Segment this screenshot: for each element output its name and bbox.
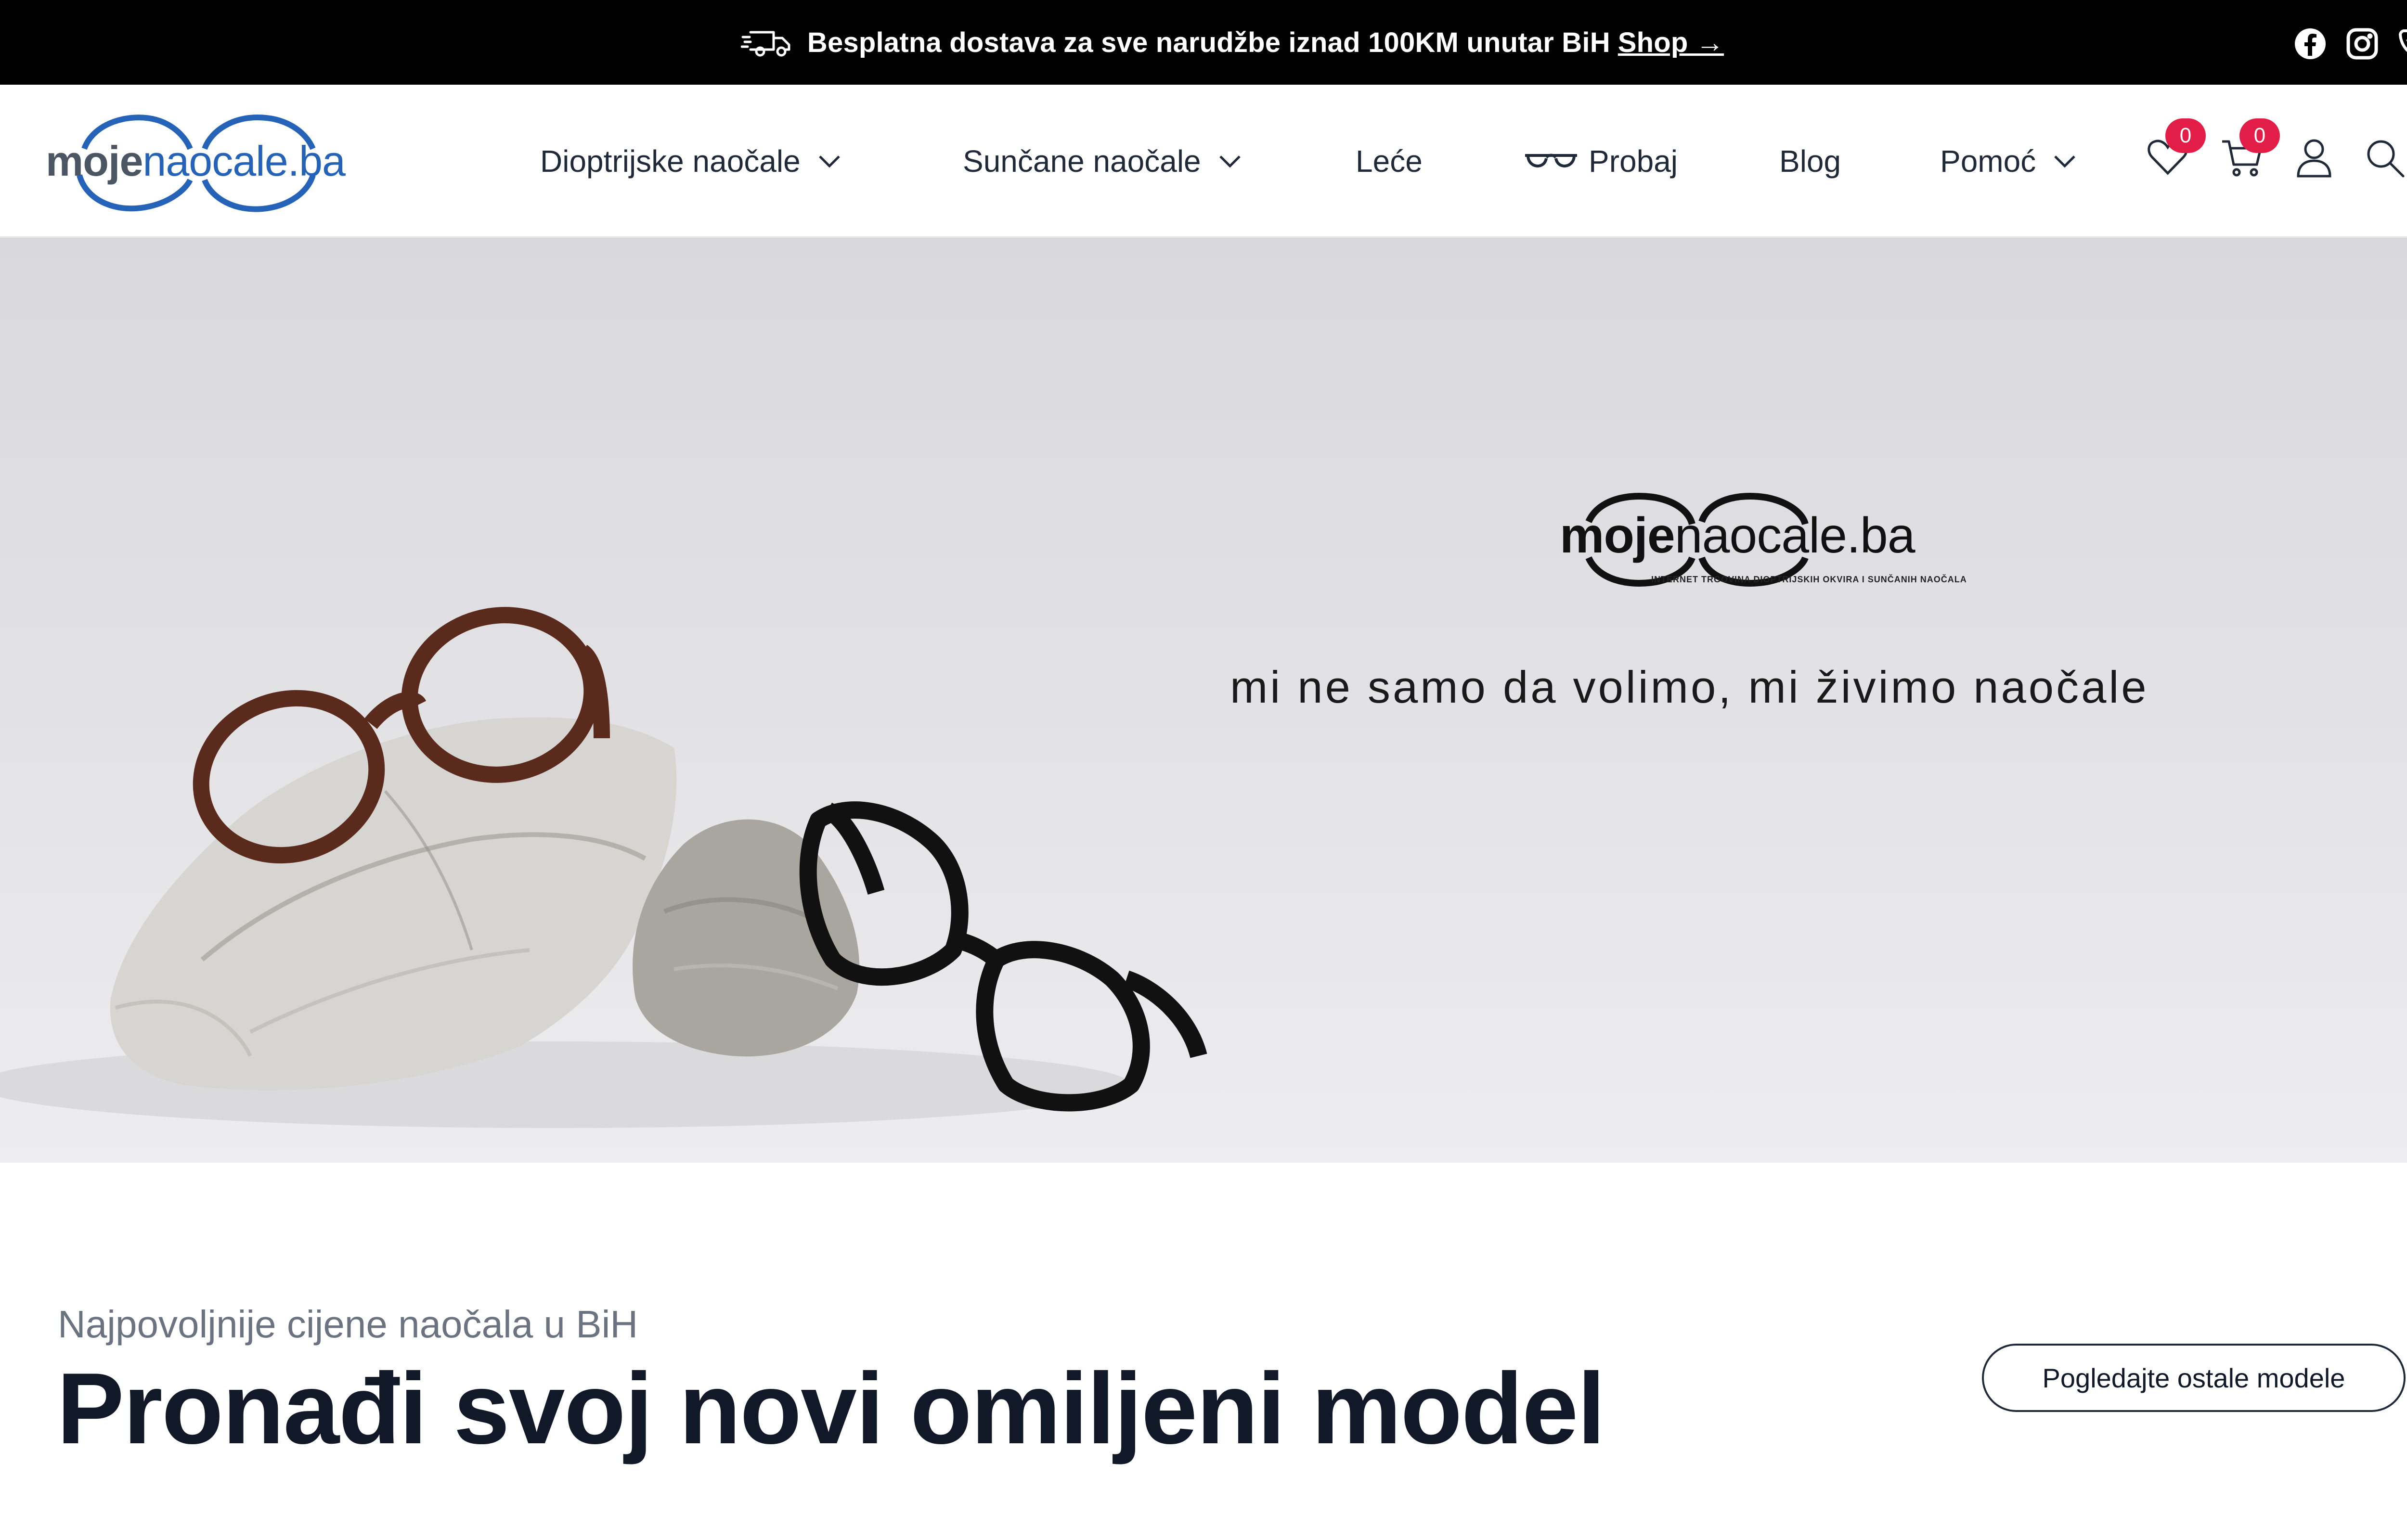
nav-label: Sunčane naočale	[963, 144, 1201, 179]
facebook-icon[interactable]	[2293, 27, 2327, 61]
wishlist-button[interactable]: 0	[2146, 118, 2206, 179]
nav-label: Dioptrijske naočale	[540, 144, 801, 179]
glasses-icon	[1525, 154, 1577, 167]
wishlist-count-badge: 0	[2165, 118, 2206, 153]
account-button[interactable]	[2292, 136, 2336, 179]
nav-label: Leće	[1356, 144, 1423, 179]
user-icon	[2297, 139, 2331, 178]
instagram-icon[interactable]	[2345, 27, 2379, 61]
nav-lece[interactable]: Leće	[1356, 85, 1423, 238]
search-icon	[2367, 140, 2405, 178]
phone-icon[interactable]	[2397, 27, 2407, 61]
announcement-bar: Besplatna dostava za sve narudžbe iznad …	[0, 0, 2407, 85]
chevron-down-icon	[818, 155, 840, 168]
truck-icon	[740, 31, 790, 57]
nav-label: Blog	[1779, 144, 1841, 179]
cart-count-badge: 0	[2239, 118, 2280, 153]
nav-suncane[interactable]: Sunčane naočale	[963, 85, 1243, 238]
cart-button[interactable]: 0	[2220, 118, 2280, 179]
search-button[interactable]	[2363, 136, 2406, 179]
social-links	[2293, 27, 2407, 61]
shipping-text: Besplatna dostava za sve narudžbe iznad …	[807, 26, 1610, 58]
hero-tagline: mi ne samo da volimo, mi živimo naočale	[1230, 662, 2149, 712]
section-title: Pronađi svoj novi omiljeni model	[57, 1352, 1605, 1465]
shop-link[interactable]: Shop →	[1618, 26, 1724, 59]
featured-models-section: Najpovoljnije cijene naočala u BiH Prona…	[0, 1163, 2407, 1540]
nav-label: Probaj	[1589, 144, 1678, 179]
shipping-message: Besplatna dostava za sve narudžbe iznad …	[0, 0, 2407, 85]
nav-dioptrijske[interactable]: Dioptrijske naočale	[540, 85, 843, 238]
chevron-down-icon	[2054, 155, 2075, 168]
chevron-down-icon	[1219, 155, 1241, 168]
nav-label: Pomoć	[1940, 144, 2036, 179]
view-other-models-button[interactable]: Pogledajte ostale modele	[1982, 1344, 2406, 1412]
site-header: mojenaocale.ba Dioptrijske naočale Sunča…	[0, 85, 2407, 238]
nav-pomoc[interactable]: Pomoć	[1940, 85, 2078, 238]
main-nav: Dioptrijske naočale Sunčane naočale Leće…	[0, 85, 2407, 238]
hero-banner[interactable]: mojenaocale.ba INTERNET TRGOVINA DIOPTRI…	[0, 238, 2407, 1163]
hero-brand-subtitle: INTERNET TRGOVINA DIOPTRIJSKIH OKVIRA I …	[1651, 575, 1967, 584]
nav-blog[interactable]: Blog	[1779, 85, 1841, 238]
nav-probaj[interactable]: Probaj	[1522, 85, 1678, 238]
hero-brand-logo: mojenaocale.ba	[1560, 508, 1915, 564]
section-subtitle: Najpovoljnije cijene naočala u BiH	[58, 1303, 638, 1346]
